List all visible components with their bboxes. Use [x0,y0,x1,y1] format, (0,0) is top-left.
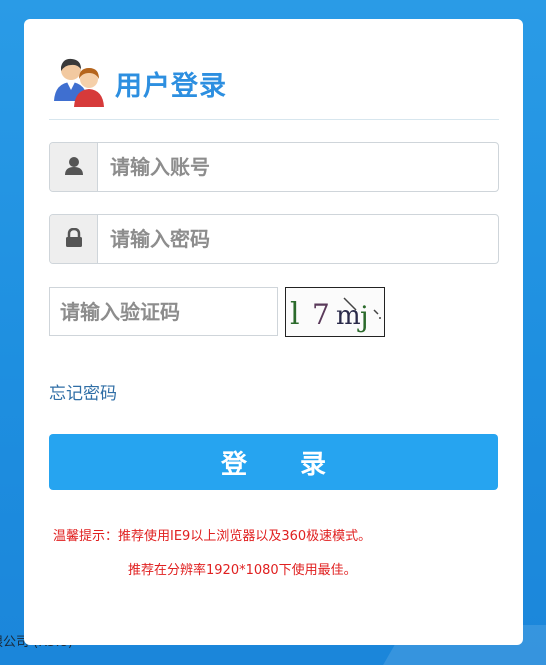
svg-text:l: l [290,297,300,332]
svg-text:m: m [336,301,361,331]
svg-text:7: 7 [312,298,330,331]
forgot-password-link[interactable]: 忘记密码 [49,379,117,404]
lock-icon [66,228,82,247]
tip-resolution: 推荐在分辨率1920*1080下使用最佳。 [128,563,357,578]
users-icon [54,58,104,107]
account-field-group [49,142,499,192]
captcha-input[interactable] [49,287,278,336]
user-icon [65,157,83,175]
password-input[interactable] [98,215,496,263]
tip-browser: 温馨提示：推荐使用IE9以上浏览器以及360极速模式。 [53,529,372,544]
password-addon [50,215,98,263]
login-panel: 用户登录 l 7 m j 忘记密码 登 录 温馨提示：推荐使用IE9以上浏览 [24,19,523,645]
login-header: 用户登录 [49,57,499,120]
password-field-group [49,214,499,264]
page-title: 用户登录 [115,71,227,102]
account-input[interactable] [98,143,496,191]
account-addon [50,143,98,191]
login-button[interactable]: 登 录 [49,434,498,490]
captcha-image[interactable]: l 7 m j [285,287,385,337]
